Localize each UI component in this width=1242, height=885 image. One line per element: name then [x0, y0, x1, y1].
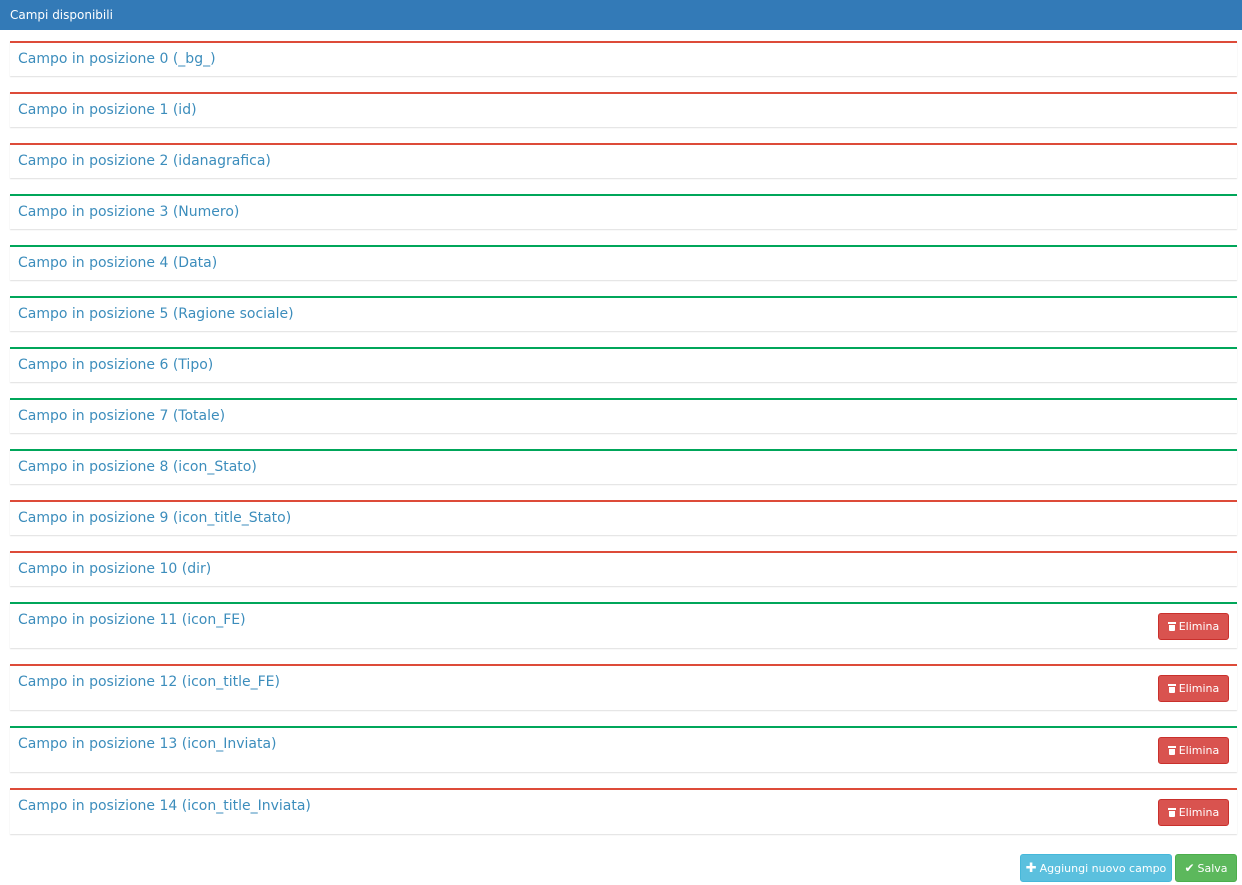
delete-field-button[interactable]: Elimina: [1158, 675, 1229, 702]
panel-title: Campi disponibili: [10, 8, 113, 22]
field-title[interactable]: Campo in posizione 5 (Ragione sociale): [18, 306, 294, 322]
field-title[interactable]: Campo in posizione 9 (icon_title_Stato): [18, 510, 291, 526]
trash-icon: [1167, 684, 1176, 693]
trash-icon: [1167, 808, 1176, 817]
add-field-label: Aggiungi nuovo campo: [1039, 861, 1167, 875]
delete-label: Elimina: [1178, 620, 1220, 633]
save-label: Salva: [1197, 861, 1228, 875]
field-title[interactable]: Campo in posizione 3 (Numero): [18, 204, 239, 220]
field-title[interactable]: Campo in posizione 13 (icon_Inviata): [18, 736, 277, 752]
field-box-14: Campo in posizione 14 (icon_title_Inviat…: [10, 788, 1237, 834]
check-icon: ✔: [1184, 861, 1195, 875]
field-box-13: Campo in posizione 13 (icon_Inviata) Elim…: [10, 726, 1237, 772]
save-button[interactable]: ✔ Salva: [1175, 854, 1237, 882]
field-title[interactable]: Campo in posizione 14 (icon_title_Inviat…: [18, 798, 311, 814]
field-box-4: Campo in posizione 4 (Data): [10, 245, 1237, 280]
field-box-10: Campo in posizione 10 (dir): [10, 551, 1237, 586]
field-box-9: Campo in posizione 9 (icon_title_Stato): [10, 500, 1237, 535]
field-box-6: Campo in posizione 6 (Tipo): [10, 347, 1237, 382]
field-title[interactable]: Campo in posizione 7 (Totale): [18, 408, 225, 424]
add-field-button[interactable]: ✚ Aggiungi nuovo campo: [1020, 854, 1172, 882]
trash-icon: [1167, 746, 1176, 755]
field-title[interactable]: Campo in posizione 11 (icon_FE): [18, 612, 246, 628]
field-box-8: Campo in posizione 8 (icon_Stato): [10, 449, 1237, 484]
field-box-12: Campo in posizione 12 (icon_title_FE) Eli…: [10, 664, 1237, 710]
delete-label: Elimina: [1178, 744, 1220, 757]
field-box-2: Campo in posizione 2 (idanagrafica): [10, 143, 1237, 178]
delete-label: Elimina: [1178, 682, 1220, 695]
panel-heading: Campi disponibili: [0, 0, 1242, 30]
field-title[interactable]: Campo in posizione 4 (Data): [18, 255, 217, 271]
field-box-1: Campo in posizione 1 (id): [10, 92, 1237, 127]
plus-icon: ✚: [1025, 860, 1037, 876]
field-title[interactable]: Campo in posizione 6 (Tipo): [18, 357, 213, 373]
delete-field-button[interactable]: Elimina: [1158, 799, 1229, 826]
field-box-5: Campo in posizione 5 (Ragione sociale): [10, 296, 1237, 331]
field-title[interactable]: Campo in posizione 2 (idanagrafica): [18, 153, 271, 169]
field-list: Campo in posizione 0 (_bg_) Campo in posi…: [10, 41, 1237, 850]
trash-icon: [1167, 622, 1176, 631]
delete-field-button[interactable]: Elimina: [1158, 737, 1229, 764]
delete-field-button[interactable]: Elimina: [1158, 613, 1229, 640]
field-title[interactable]: Campo in posizione 8 (icon_Stato): [18, 459, 257, 475]
field-title[interactable]: Campo in posizione 10 (dir): [18, 561, 211, 577]
field-box-0: Campo in posizione 0 (_bg_): [10, 41, 1237, 76]
delete-label: Elimina: [1178, 806, 1220, 819]
field-title[interactable]: Campo in posizione 1 (id): [18, 102, 197, 118]
field-box-7: Campo in posizione 7 (Totale): [10, 398, 1237, 433]
field-box-11: Campo in posizione 11 (icon_FE) Elimina: [10, 602, 1237, 648]
field-title[interactable]: Campo in posizione 0 (_bg_): [18, 51, 216, 67]
field-title[interactable]: Campo in posizione 12 (icon_title_FE): [18, 674, 280, 690]
field-box-3: Campo in posizione 3 (Numero): [10, 194, 1237, 229]
